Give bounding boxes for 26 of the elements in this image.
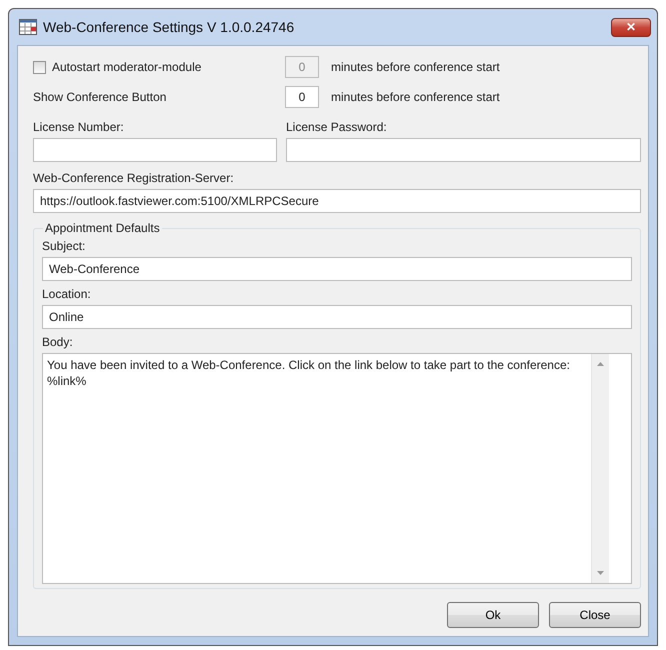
field-label: License Password: xyxy=(286,120,388,134)
dialog-button[interactable]: Close xyxy=(549,602,641,628)
scroll-up-icon[interactable] xyxy=(597,362,604,366)
close-button[interactable]: ✕ xyxy=(611,18,651,36)
input-field[interactable]: Web-Conference xyxy=(42,257,632,281)
minutes-field[interactable]: 0 xyxy=(285,86,319,108)
calendar-icon xyxy=(19,19,37,35)
input-field[interactable]: Online xyxy=(42,305,632,329)
field-label: Show Conference Button xyxy=(33,90,168,104)
group-title: Appointment Defaults xyxy=(44,221,161,235)
minutes-label: minutes before conference start xyxy=(331,90,500,104)
input-field[interactable]: https://outlook.fastviewer.com:5100/XMLRPCSecure xyxy=(33,189,641,213)
scrollbar[interactable] xyxy=(591,354,609,583)
window-title: Web-Conference Settings V 1.0.0.24746 xyxy=(43,19,296,35)
dialog-button[interactable]: Ok xyxy=(447,602,539,628)
input-field[interactable] xyxy=(33,138,277,162)
field-label: Body: xyxy=(42,335,74,349)
field-label: Location: xyxy=(42,287,92,301)
field-label: License Number: xyxy=(33,120,125,134)
field-label: Web-Conference Registration-Server: xyxy=(33,171,235,185)
input-field[interactable] xyxy=(286,138,641,162)
checkbox-label: Autostart moderator-module xyxy=(52,60,202,74)
scroll-down-icon[interactable] xyxy=(597,571,604,575)
field-label: Subject: xyxy=(42,239,86,253)
minutes-label: minutes before conference start xyxy=(331,60,500,74)
text-area[interactable]: You have been invited to a Web-Conference. Click on the link below to take part to the conference: %link% xyxy=(42,353,632,584)
